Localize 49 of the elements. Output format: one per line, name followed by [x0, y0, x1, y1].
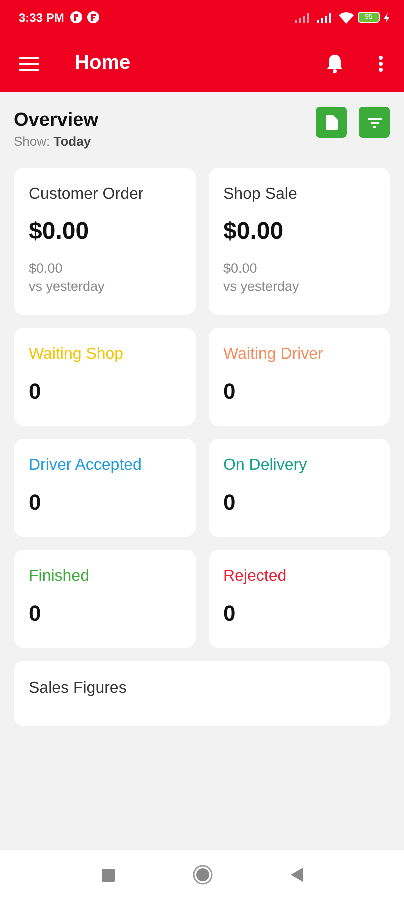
amount-value: $0.00 — [224, 218, 285, 246]
section-title: Overview — [14, 110, 100, 132]
card-title: Shop Sale — [224, 186, 298, 204]
status-card[interactable]: Driver Accepted 0 — [14, 439, 196, 537]
status-label: Rejected — [224, 568, 288, 586]
show-value[interactable]: Today — [54, 134, 92, 149]
status-card[interactable]: Rejected 0 — [208, 550, 390, 648]
compare-label: vs yesterday — [29, 278, 106, 296]
sales-card[interactable]: Shop Sale $0.00 $0.00 vs yesterday — [208, 168, 390, 315]
compare-amount: $0.00 — [29, 260, 64, 278]
status-card[interactable]: On Delivery 0 — [208, 439, 390, 537]
document-icon — [326, 115, 338, 130]
amount-value: $0.00 — [29, 218, 90, 246]
count-value: 0 — [224, 601, 237, 627]
recents-icon[interactable] — [102, 868, 114, 882]
status-label: Waiting Driver — [224, 346, 324, 364]
bell-icon[interactable] — [326, 54, 344, 74]
filter-icon — [368, 118, 382, 128]
compare-amount: $0.00 — [224, 260, 258, 278]
status-card[interactable]: Finished 0 — [14, 550, 196, 648]
count-value: 0 — [29, 601, 42, 627]
card-title: Customer Order — [29, 186, 145, 204]
app-title: Home — [75, 52, 132, 75]
sales-figures-card[interactable]: Sales Figures — [14, 661, 390, 726]
count-value: 0 — [224, 379, 237, 405]
back-icon[interactable] — [290, 868, 302, 882]
charging-icon — [384, 12, 390, 22]
wifi-icon — [339, 12, 354, 24]
notification-icon — [87, 11, 100, 24]
status-label: On Delivery — [224, 457, 308, 475]
menu-icon[interactable] — [19, 56, 39, 72]
status-label: Waiting Shop — [29, 346, 125, 364]
more-icon[interactable] — [378, 54, 384, 72]
sales-card[interactable]: Customer Order $0.00 $0.00 vs yesterday — [14, 168, 196, 315]
status-label: Driver Accepted — [29, 457, 143, 475]
status-card[interactable]: Waiting Driver 0 — [208, 328, 390, 426]
compare-label: vs yesterday — [224, 278, 300, 296]
filter-button[interactable] — [359, 107, 390, 138]
count-value: 0 — [29, 490, 42, 516]
show-label: Show: — [14, 134, 50, 149]
card-title: Sales Figures — [29, 680, 128, 698]
home-icon[interactable] — [192, 865, 212, 885]
status-card[interactable]: Waiting Shop 0 — [14, 328, 196, 426]
status-label: Finished — [29, 568, 90, 586]
notification-icon — [70, 11, 84, 24]
status-time: 3:33 PM — [19, 10, 64, 24]
document-button[interactable] — [316, 107, 347, 138]
count-value: 0 — [29, 379, 42, 405]
count-value: 0 — [224, 490, 237, 516]
